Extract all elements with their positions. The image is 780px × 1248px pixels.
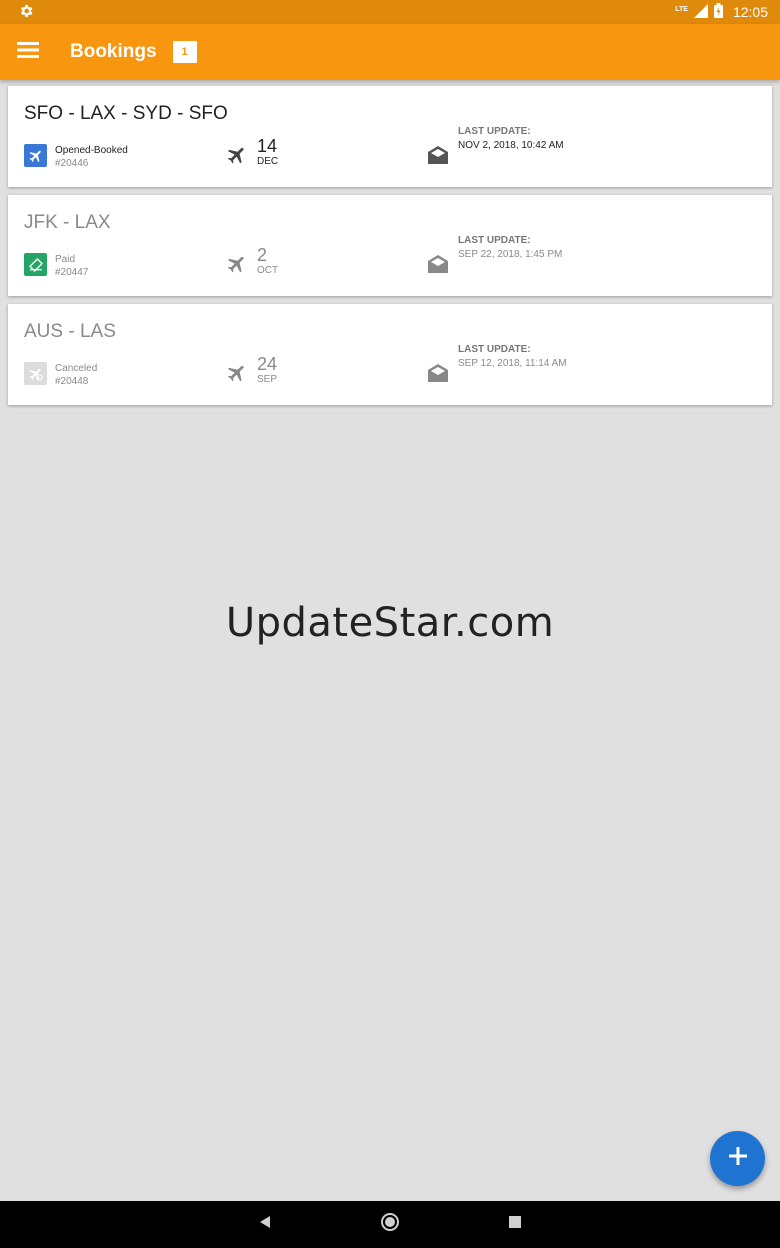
- booking-status: Opened-Booked: [55, 145, 128, 156]
- airplane-icon: [226, 253, 248, 280]
- envelope-open-icon: [427, 254, 449, 279]
- departure-date: 14 DEC: [257, 136, 278, 168]
- recents-icon: [508, 1215, 522, 1234]
- date-month: SEP: [257, 374, 278, 385]
- booking-status: Canceled: [55, 363, 98, 374]
- booking-card[interactable]: JFK - LAX Paid #20447 2 OCT LAST UPDATE:…: [8, 195, 772, 296]
- add-booking-button[interactable]: [710, 1131, 765, 1186]
- departure-date: 24 SEP: [257, 354, 277, 386]
- date-day: 2: [257, 245, 268, 265]
- page-title: Bookings: [70, 41, 157, 62]
- clock: 12:05: [732, 4, 768, 20]
- booking-status: Paid: [55, 254, 76, 265]
- date-month: DEC: [257, 156, 279, 167]
- airplane-icon: [226, 362, 248, 389]
- booking-card[interactable]: SFO - LAX - SYD - SFO Opened-Booked #204…: [8, 86, 772, 187]
- envelope-open-icon: [427, 363, 449, 388]
- booking-route: AUS - LAS: [24, 321, 116, 342]
- envelope-open-icon: [427, 145, 449, 170]
- last-update-value: NOV 2, 2018, 10:42 AM: [458, 140, 564, 151]
- airplane-icon: [226, 144, 248, 171]
- ticket-status-icon: [24, 253, 47, 276]
- last-update-value: SEP 12, 2018, 11:14 AM: [458, 358, 567, 369]
- home-icon: [380, 1212, 400, 1237]
- status-bar: LTE 12:05: [0, 0, 780, 24]
- date-day: 14: [257, 136, 278, 156]
- hamburger-icon: [17, 41, 39, 64]
- battery-charging-icon: [713, 3, 723, 21]
- plus-icon: [727, 1145, 749, 1172]
- menu-button[interactable]: [0, 24, 56, 80]
- date-day: 24: [257, 354, 278, 374]
- date-month: OCT: [257, 265, 279, 276]
- watermark-text: UpdateStar.com: [225, 600, 555, 646]
- network-label: LTE: [675, 5, 688, 13]
- departure-date: 2 OCT: [257, 245, 278, 277]
- gear-icon: [18, 3, 34, 22]
- signal-icon: [693, 3, 708, 21]
- app-bar: Bookings 1: [0, 24, 780, 80]
- booking-route: SFO - LAX - SYD - SFO: [24, 103, 228, 124]
- booking-id: #20448: [55, 376, 89, 387]
- booking-card[interactable]: AUS - LAS Canceled #20448 24 SEP LAST UP…: [8, 304, 772, 405]
- last-update-label: LAST UPDATE:: [458, 126, 531, 137]
- recents-button[interactable]: [500, 1210, 530, 1240]
- canceled-status-icon: [24, 362, 47, 385]
- notification-badge[interactable]: 1: [172, 41, 197, 63]
- last-update-label: LAST UPDATE:: [458, 344, 531, 355]
- home-button[interactable]: [375, 1210, 405, 1240]
- booking-route: JFK - LAX: [24, 212, 111, 233]
- booking-list: SFO - LAX - SYD - SFO Opened-Booked #204…: [8, 86, 772, 413]
- system-nav-bar: [0, 1201, 780, 1248]
- airplane-status-icon: [24, 144, 47, 167]
- last-update-value: SEP 22, 2018, 1:45 PM: [458, 249, 563, 260]
- back-icon: [258, 1215, 272, 1234]
- booking-id: #20446: [55, 158, 89, 169]
- booking-id: #20447: [55, 267, 89, 278]
- last-update-label: LAST UPDATE:: [458, 235, 531, 246]
- back-button[interactable]: [250, 1210, 280, 1240]
